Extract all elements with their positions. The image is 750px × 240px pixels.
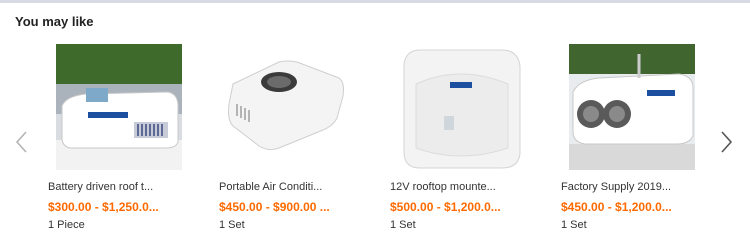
product-title[interactable]: Factory Supply 2019... — [561, 181, 711, 193]
product-min-order: 1 Piece — [48, 219, 85, 231]
product-image[interactable] — [56, 44, 182, 170]
product-price: $300.00 - $1,250.0... — [48, 200, 159, 214]
product-image[interactable] — [219, 44, 345, 170]
section-title: You may like — [15, 14, 94, 29]
product-min-order: 1 Set — [390, 219, 416, 231]
product-image[interactable] — [569, 44, 695, 170]
carousel-next-button[interactable] — [720, 130, 734, 154]
product-min-order: 1 Set — [219, 219, 245, 231]
product-title[interactable]: 12V rooftop mounte... — [390, 181, 540, 193]
product-title[interactable]: Battery driven roof t... — [48, 181, 198, 193]
chevron-left-icon — [15, 131, 27, 153]
product-image[interactable] — [398, 44, 524, 170]
top-divider — [0, 0, 750, 3]
product-price: $500.00 - $1,200.0... — [390, 200, 501, 214]
product-min-order: 1 Set — [561, 219, 587, 231]
product-price: $450.00 - $900.00 ... — [219, 200, 330, 214]
carousel-prev-button[interactable] — [14, 130, 28, 154]
chevron-right-icon — [721, 131, 733, 153]
product-title[interactable]: Portable Air Conditi... — [219, 181, 369, 193]
product-price: $450.00 - $1,200.0... — [561, 200, 672, 214]
